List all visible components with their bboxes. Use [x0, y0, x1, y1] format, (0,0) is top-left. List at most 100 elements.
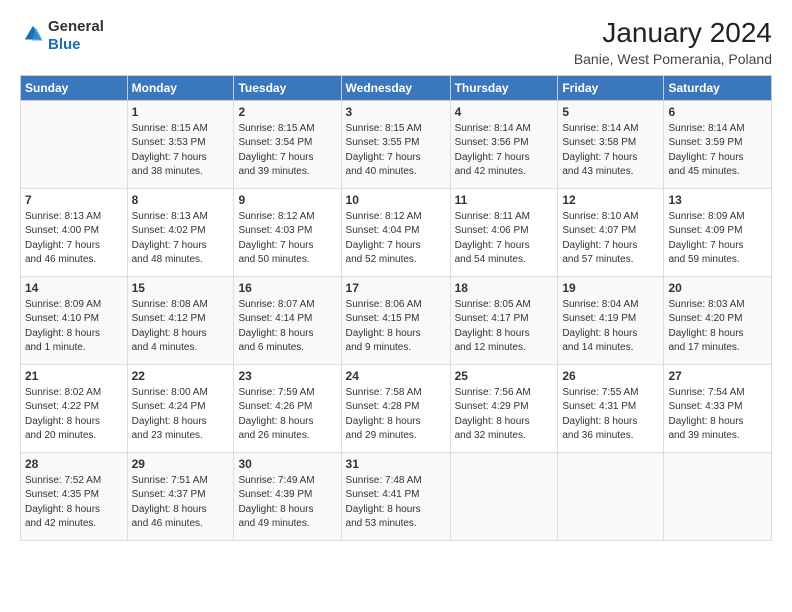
col-thursday: Thursday [450, 75, 558, 100]
day-info: Sunrise: 7:55 AMSunset: 4:31 PMDaylight:… [562, 386, 659, 444]
day-number: 2 [238, 104, 336, 121]
calendar-cell: 20Sunrise: 8:03 AMSunset: 4:20 PMDayligh… [664, 276, 772, 364]
calendar-cell: 4Sunrise: 8:14 AMSunset: 3:56 PMDaylight… [450, 100, 558, 188]
day-number: 1 [132, 104, 230, 121]
day-info: Sunrise: 8:12 AMSunset: 4:03 PMDaylight:… [238, 210, 336, 268]
day-info: Sunrise: 8:06 AMSunset: 4:15 PMDaylight:… [346, 298, 446, 356]
day-number: 18 [455, 280, 554, 297]
day-number: 3 [346, 104, 446, 121]
day-info: Sunrise: 8:11 AMSunset: 4:06 PMDaylight:… [455, 210, 554, 268]
day-number: 20 [668, 280, 767, 297]
day-number: 9 [238, 192, 336, 209]
day-number: 15 [132, 280, 230, 297]
day-info: Sunrise: 8:02 AMSunset: 4:22 PMDaylight:… [25, 386, 123, 444]
calendar-cell [558, 452, 664, 540]
day-info: Sunrise: 8:09 AMSunset: 4:09 PMDaylight:… [668, 210, 767, 268]
calendar-cell: 13Sunrise: 8:09 AMSunset: 4:09 PMDayligh… [664, 188, 772, 276]
day-number: 11 [455, 192, 554, 209]
page: General Blue January 2024 Banie, West Po… [0, 0, 792, 612]
day-info: Sunrise: 8:09 AMSunset: 4:10 PMDaylight:… [25, 298, 123, 356]
day-number: 6 [668, 104, 767, 121]
day-number: 12 [562, 192, 659, 209]
calendar-cell: 5Sunrise: 8:14 AMSunset: 3:58 PMDaylight… [558, 100, 664, 188]
logo-general: General [48, 18, 104, 36]
logo-blue-row: Blue [48, 36, 104, 54]
week-row-4: 28Sunrise: 7:52 AMSunset: 4:35 PMDayligh… [21, 452, 772, 540]
col-monday: Monday [127, 75, 234, 100]
calendar: Sunday Monday Tuesday Wednesday Thursday… [20, 75, 772, 541]
calendar-cell: 21Sunrise: 8:02 AMSunset: 4:22 PMDayligh… [21, 364, 128, 452]
day-number: 31 [346, 456, 446, 473]
day-number: 16 [238, 280, 336, 297]
day-number: 17 [346, 280, 446, 297]
calendar-cell: 27Sunrise: 7:54 AMSunset: 4:33 PMDayligh… [664, 364, 772, 452]
calendar-cell: 29Sunrise: 7:51 AMSunset: 4:37 PMDayligh… [127, 452, 234, 540]
day-info: Sunrise: 7:48 AMSunset: 4:41 PMDaylight:… [346, 474, 446, 532]
day-info: Sunrise: 8:13 AMSunset: 4:00 PMDaylight:… [25, 210, 123, 268]
calendar-cell: 22Sunrise: 8:00 AMSunset: 4:24 PMDayligh… [127, 364, 234, 452]
week-row-1: 7Sunrise: 8:13 AMSunset: 4:00 PMDaylight… [21, 188, 772, 276]
day-number: 23 [238, 368, 336, 385]
calendar-cell: 8Sunrise: 8:13 AMSunset: 4:02 PMDaylight… [127, 188, 234, 276]
calendar-cell: 26Sunrise: 7:55 AMSunset: 4:31 PMDayligh… [558, 364, 664, 452]
day-number: 19 [562, 280, 659, 297]
week-row-0: 1Sunrise: 8:15 AMSunset: 3:53 PMDaylight… [21, 100, 772, 188]
logo-text-general: General [48, 18, 104, 35]
subtitle: Banie, West Pomerania, Poland [574, 51, 772, 67]
day-info: Sunrise: 7:58 AMSunset: 4:28 PMDaylight:… [346, 386, 446, 444]
calendar-cell: 2Sunrise: 8:15 AMSunset: 3:54 PMDaylight… [234, 100, 341, 188]
day-info: Sunrise: 7:54 AMSunset: 4:33 PMDaylight:… [668, 386, 767, 444]
day-info: Sunrise: 8:03 AMSunset: 4:20 PMDaylight:… [668, 298, 767, 356]
calendar-cell: 23Sunrise: 7:59 AMSunset: 4:26 PMDayligh… [234, 364, 341, 452]
day-info: Sunrise: 8:04 AMSunset: 4:19 PMDaylight:… [562, 298, 659, 356]
day-info: Sunrise: 8:08 AMSunset: 4:12 PMDaylight:… [132, 298, 230, 356]
main-title: January 2024 [574, 18, 772, 49]
calendar-cell: 24Sunrise: 7:58 AMSunset: 4:28 PMDayligh… [341, 364, 450, 452]
day-info: Sunrise: 8:14 AMSunset: 3:58 PMDaylight:… [562, 122, 659, 180]
day-number: 14 [25, 280, 123, 297]
day-number: 13 [668, 192, 767, 209]
day-number: 29 [132, 456, 230, 473]
calendar-cell: 6Sunrise: 8:14 AMSunset: 3:59 PMDaylight… [664, 100, 772, 188]
day-info: Sunrise: 7:59 AMSunset: 4:26 PMDaylight:… [238, 386, 336, 444]
day-number: 8 [132, 192, 230, 209]
day-info: Sunrise: 8:15 AMSunset: 3:55 PMDaylight:… [346, 122, 446, 180]
day-info: Sunrise: 8:14 AMSunset: 3:56 PMDaylight:… [455, 122, 554, 180]
day-info: Sunrise: 8:12 AMSunset: 4:04 PMDaylight:… [346, 210, 446, 268]
day-number: 24 [346, 368, 446, 385]
week-row-2: 14Sunrise: 8:09 AMSunset: 4:10 PMDayligh… [21, 276, 772, 364]
day-info: Sunrise: 7:49 AMSunset: 4:39 PMDaylight:… [238, 474, 336, 532]
calendar-cell: 30Sunrise: 7:49 AMSunset: 4:39 PMDayligh… [234, 452, 341, 540]
calendar-cell [664, 452, 772, 540]
day-info: Sunrise: 8:13 AMSunset: 4:02 PMDaylight:… [132, 210, 230, 268]
col-sunday: Sunday [21, 75, 128, 100]
day-info: Sunrise: 7:56 AMSunset: 4:29 PMDaylight:… [455, 386, 554, 444]
day-number: 5 [562, 104, 659, 121]
calendar-cell: 7Sunrise: 8:13 AMSunset: 4:00 PMDaylight… [21, 188, 128, 276]
calendar-cell [450, 452, 558, 540]
day-number: 10 [346, 192, 446, 209]
calendar-cell: 10Sunrise: 8:12 AMSunset: 4:04 PMDayligh… [341, 188, 450, 276]
calendar-cell: 18Sunrise: 8:05 AMSunset: 4:17 PMDayligh… [450, 276, 558, 364]
calendar-cell [21, 100, 128, 188]
day-number: 4 [455, 104, 554, 121]
week-row-3: 21Sunrise: 8:02 AMSunset: 4:22 PMDayligh… [21, 364, 772, 452]
day-number: 22 [132, 368, 230, 385]
calendar-cell: 17Sunrise: 8:06 AMSunset: 4:15 PMDayligh… [341, 276, 450, 364]
calendar-cell: 3Sunrise: 8:15 AMSunset: 3:55 PMDaylight… [341, 100, 450, 188]
col-wednesday: Wednesday [341, 75, 450, 100]
day-info: Sunrise: 8:15 AMSunset: 3:53 PMDaylight:… [132, 122, 230, 180]
logo-icon [22, 23, 44, 45]
day-number: 7 [25, 192, 123, 209]
day-number: 27 [668, 368, 767, 385]
day-info: Sunrise: 7:52 AMSunset: 4:35 PMDaylight:… [25, 474, 123, 532]
day-info: Sunrise: 8:10 AMSunset: 4:07 PMDaylight:… [562, 210, 659, 268]
day-info: Sunrise: 7:51 AMSunset: 4:37 PMDaylight:… [132, 474, 230, 532]
calendar-cell: 11Sunrise: 8:11 AMSunset: 4:06 PMDayligh… [450, 188, 558, 276]
day-info: Sunrise: 8:14 AMSunset: 3:59 PMDaylight:… [668, 122, 767, 180]
calendar-cell: 14Sunrise: 8:09 AMSunset: 4:10 PMDayligh… [21, 276, 128, 364]
calendar-cell: 28Sunrise: 7:52 AMSunset: 4:35 PMDayligh… [21, 452, 128, 540]
calendar-cell: 12Sunrise: 8:10 AMSunset: 4:07 PMDayligh… [558, 188, 664, 276]
header-row: Sunday Monday Tuesday Wednesday Thursday… [21, 75, 772, 100]
day-info: Sunrise: 8:07 AMSunset: 4:14 PMDaylight:… [238, 298, 336, 356]
